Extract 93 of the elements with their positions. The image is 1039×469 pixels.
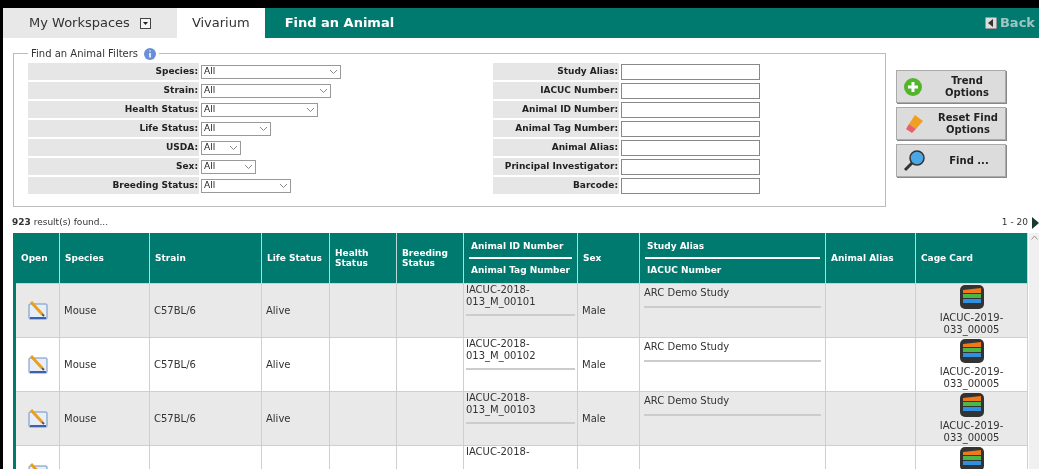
next-page-icon[interactable]	[1032, 217, 1039, 229]
chevron-down-icon	[259, 125, 268, 132]
action-button[interactable]: Trend Options	[896, 70, 1006, 103]
column-header[interactable]: Open	[21, 252, 54, 263]
table-cell: C57BL/6	[154, 412, 196, 424]
filter-label: Principal Investigator:	[493, 158, 619, 175]
animal-id: IACUC-2018-013_M_00102	[466, 337, 537, 362]
text-field[interactable]	[621, 63, 760, 80]
study-alias: ARC Demo Study	[644, 393, 731, 408]
filter-label: Species:	[28, 63, 199, 80]
dropdown-icon[interactable]	[139, 17, 151, 29]
column-header[interactable]: Life Status	[267, 252, 324, 263]
workspaces-label[interactable]: My Workspaces	[29, 13, 130, 33]
chevron-down-icon	[319, 87, 328, 94]
animal-id: IACUC-2018-	[466, 445, 531, 458]
animal-id: IACUC-2018-013_M_00103	[466, 391, 537, 416]
column-header[interactable]: Study Alias	[645, 240, 820, 257]
action-button[interactable]: Find ...	[896, 144, 1006, 177]
page-title: Find an Animal	[284, 14, 395, 33]
column-header[interactable]: Animal Alias	[831, 252, 910, 263]
chevron-down-icon	[279, 182, 288, 189]
select-field[interactable]: All	[201, 178, 291, 193]
workspaces-menu[interactable]: My Workspaces	[3, 8, 177, 38]
filter-label: Health Status:	[28, 101, 199, 118]
cage-card-icon[interactable]	[958, 445, 985, 469]
notepad-pencil-icon[interactable]	[26, 353, 49, 375]
column-header[interactable]: Sex	[583, 252, 634, 263]
study-alias: ARC Demo Study	[644, 339, 731, 354]
filter-label: Breeding Status:	[28, 177, 199, 194]
chevron-down-icon	[229, 144, 238, 151]
column-subheader[interactable]: IACUC Number	[645, 258, 820, 275]
module-tab[interactable]: Vivarium	[176, 8, 265, 38]
notepad-pencil-icon[interactable]	[26, 299, 49, 321]
filter-label: Animal Alias:	[493, 139, 619, 156]
select-field[interactable]: All	[201, 64, 341, 79]
search-icon	[903, 148, 927, 173]
table-cell: Alive	[266, 304, 291, 316]
text-field[interactable]	[621, 82, 760, 99]
select-field[interactable]: All	[201, 121, 271, 136]
filter-label: IACUC Number:	[493, 82, 619, 99]
filter-label: Animal Tag Number:	[493, 120, 619, 137]
column-header[interactable]: Species	[65, 252, 144, 263]
column-header[interactable]: Strain	[155, 252, 256, 263]
column-header[interactable]: Animal ID Number	[469, 240, 572, 257]
text-field[interactable]	[621, 101, 760, 118]
cage-card-icon[interactable]	[958, 337, 985, 364]
action-button[interactable]: Reset Find Options	[896, 107, 1006, 140]
text-field[interactable]	[621, 177, 760, 194]
table-cell: C57BL/6	[154, 358, 196, 370]
cage-card-icon[interactable]	[958, 283, 985, 310]
filter-label: USDA:	[28, 139, 199, 156]
table-cell: Alive	[266, 412, 291, 424]
table-cell: Male	[582, 304, 606, 316]
table-cell: Mouse	[64, 358, 97, 370]
info-icon[interactable]	[144, 47, 157, 60]
filter-label: Barcode:	[493, 177, 619, 194]
chevron-down-icon	[306, 106, 315, 113]
text-field[interactable]	[621, 158, 760, 175]
eraser-icon	[903, 112, 925, 135]
table-cell: C57BL/6	[154, 304, 196, 316]
column-header[interactable]: Health Status	[335, 247, 391, 268]
filter-label: Strain:	[28, 82, 199, 99]
select-field[interactable]: All	[201, 102, 318, 117]
column-subheader[interactable]: Animal Tag Number	[469, 258, 572, 275]
column-header[interactable]: Breeding Status	[402, 247, 458, 268]
page-range: 1 - 20	[1001, 216, 1028, 230]
select-field[interactable]: All	[201, 140, 241, 155]
chevron-down-icon	[329, 68, 338, 75]
table-cell: Mouse	[64, 412, 97, 424]
filter-label: Animal ID Number:	[493, 101, 619, 118]
cage-card-icon[interactable]	[958, 391, 985, 418]
scrollbar[interactable]	[1029, 233, 1039, 469]
table-cell: Mouse	[64, 304, 97, 316]
table-cell: Alive	[266, 358, 291, 370]
column-header[interactable]: Cage Card	[921, 252, 1022, 263]
notepad-pencil-icon[interactable]	[26, 407, 49, 429]
select-field[interactable]: All	[201, 159, 256, 174]
select-field[interactable]: All	[201, 83, 331, 98]
filter-label: Sex:	[28, 158, 199, 175]
plus-circle-icon	[903, 76, 923, 97]
study-alias: ARC Demo Study	[644, 285, 731, 300]
results-count: 923 result(s) found...	[12, 216, 109, 230]
filter-label: Life Status:	[28, 120, 199, 137]
back-arrow-icon	[984, 17, 997, 29]
text-field[interactable]	[621, 139, 760, 156]
scroll-up-icon[interactable]	[1030, 235, 1038, 240]
animal-id: IACUC-2018-013_M_00101	[466, 283, 537, 308]
chevron-down-icon	[244, 163, 253, 170]
table-cell: Male	[582, 358, 606, 370]
filters-legend: Find an Animal Filters	[31, 46, 139, 61]
table-cell: Male	[582, 412, 606, 424]
filter-label: Study Alias:	[493, 63, 619, 80]
text-field[interactable]	[621, 120, 760, 137]
